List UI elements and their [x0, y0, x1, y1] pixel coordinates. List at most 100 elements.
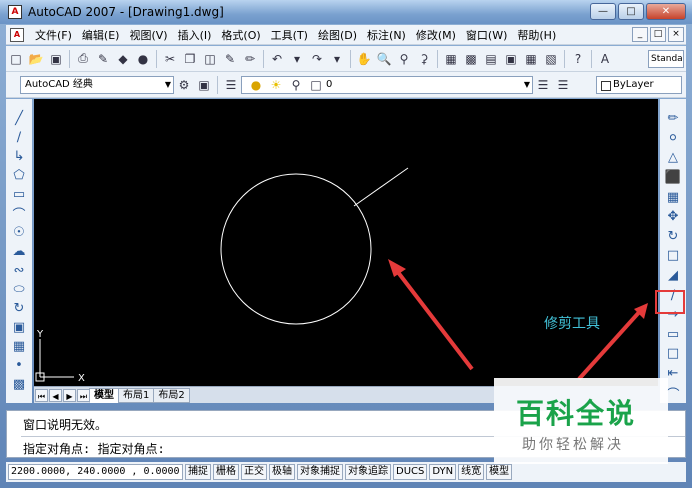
model-toggle[interactable]: 模型 [486, 464, 513, 480]
construction-line-icon[interactable]: ∕ [9, 128, 29, 147]
match-properties-icon[interactable]: ✎ [221, 50, 239, 68]
document-icon[interactable]: A [10, 27, 24, 42]
spline-icon[interactable]: ∾ [9, 261, 29, 280]
new-file-icon[interactable]: □ [7, 50, 25, 68]
scale-icon[interactable]: □ [663, 246, 683, 266]
print-icon[interactable]: ⎙ [74, 50, 92, 68]
dyn-toggle[interactable]: DYN [429, 464, 457, 480]
doc-restore-button[interactable]: □ [650, 27, 666, 42]
drawn-line[interactable] [353, 167, 409, 207]
polar-toggle[interactable]: 极轴 [269, 464, 295, 480]
sheet-set-icon[interactable]: ▣ [502, 50, 520, 68]
undo-dropdown-icon[interactable]: ▾ [288, 50, 306, 68]
menu-tools[interactable]: 工具(T) [266, 27, 313, 43]
help-icon[interactable]: ? [569, 50, 587, 68]
text-style-field[interactable]: Standa [648, 50, 684, 68]
insert-block-icon[interactable]: ▣ [9, 318, 29, 337]
minimize-button[interactable]: — [590, 3, 616, 20]
layer-select[interactable]: ● ☀ ⚲ □ 0 ▼ [241, 75, 533, 94]
move-icon[interactable]: ✥ [663, 207, 683, 227]
save-icon[interactable]: ▣ [47, 50, 65, 68]
menu-draw[interactable]: 绘图(D) [313, 27, 362, 43]
design-center-icon[interactable]: ▩ [462, 50, 480, 68]
paste-icon[interactable]: ◫ [201, 50, 219, 68]
menu-modify[interactable]: 修改(M) [411, 27, 461, 43]
tool-palettes-icon[interactable]: ▤ [482, 50, 500, 68]
point-icon[interactable]: • [9, 356, 29, 375]
ellipse-icon[interactable]: ⬭ [9, 280, 29, 299]
menu-edit[interactable]: 编辑(E) [77, 27, 125, 43]
break-icon[interactable]: ▭ [663, 325, 683, 345]
markup-icon[interactable]: ▦ [522, 50, 540, 68]
plot-icon[interactable]: ● [134, 50, 152, 68]
autocad-app-icon[interactable]: A [8, 5, 22, 19]
prev-tab-icon[interactable]: ◀ [49, 388, 62, 402]
hatch-icon[interactable]: ▩ [9, 375, 29, 394]
zoom-realtime-icon[interactable]: 🔍 [375, 50, 393, 68]
rotate-icon[interactable]: ↻ [663, 227, 683, 247]
close-button[interactable]: ✕ [646, 3, 686, 20]
tab-layout2[interactable]: 布局2 [153, 387, 190, 403]
ducs-toggle[interactable]: DUCS [393, 464, 428, 480]
next-tab-icon[interactable]: ▶ [63, 388, 76, 402]
block-editor-icon[interactable]: ✏ [241, 50, 259, 68]
menu-format[interactable]: 格式(O) [216, 27, 265, 43]
menu-view[interactable]: 视图(V) [124, 27, 172, 43]
properties-icon[interactable]: ▦ [442, 50, 460, 68]
workspace-save-icon[interactable]: ▣ [195, 76, 213, 94]
doc-close-button[interactable]: × [668, 27, 684, 42]
print-preview-icon[interactable]: ✎ [94, 50, 112, 68]
polyline-icon[interactable]: ↳ [9, 147, 29, 166]
workspace-settings-icon[interactable]: ⚙ [175, 76, 193, 94]
text-style-icon[interactable]: A [596, 50, 614, 68]
rectangle-icon[interactable]: ▭ [9, 185, 29, 204]
open-file-icon[interactable]: 📂 [27, 50, 45, 68]
line-icon[interactable]: ╱ [9, 109, 29, 128]
menu-window[interactable]: 窗口(W) [461, 27, 512, 43]
erase-icon[interactable]: ✏ [663, 109, 683, 129]
offset-icon[interactable]: ⬛ [663, 168, 683, 188]
publish-icon[interactable]: ◆ [114, 50, 132, 68]
maximize-button[interactable]: □ [618, 3, 644, 20]
copy-object-icon[interactable]: ⚪ [663, 129, 683, 149]
menu-insert[interactable]: 插入(I) [173, 27, 217, 43]
revision-cloud-icon[interactable]: ☁ [9, 242, 29, 261]
layer-manager-icon[interactable]: ☰ [222, 76, 240, 94]
ortho-toggle[interactable]: 正交 [241, 464, 267, 480]
lineweight-toggle[interactable]: 线宽 [458, 464, 485, 480]
array-icon[interactable]: ▦ [663, 187, 683, 207]
doc-minimize-button[interactable]: _ [632, 27, 648, 42]
layer-previous-icon[interactable]: ☰ [554, 76, 572, 94]
join-icon[interactable]: □ [663, 344, 683, 364]
calculator-icon[interactable]: ▧ [542, 50, 560, 68]
zoom-previous-icon[interactable]: ⚳ [415, 50, 433, 68]
tab-model[interactable]: 模型 [89, 387, 119, 403]
osnap-toggle[interactable]: 对象捕捉 [297, 464, 343, 480]
grid-toggle[interactable]: 栅格 [213, 464, 239, 480]
drawn-circle[interactable] [220, 173, 372, 325]
pan-icon[interactable]: ✋ [355, 50, 373, 68]
first-tab-icon[interactable]: ⏮ [35, 388, 48, 402]
copy-icon[interactable]: ❐ [181, 50, 199, 68]
make-layer-current-icon[interactable]: ☰ [534, 76, 552, 94]
undo-icon[interactable]: ↶ [268, 50, 286, 68]
redo-dropdown-icon[interactable]: ▾ [328, 50, 346, 68]
circle-icon[interactable]: ☉ [9, 223, 29, 242]
polygon-icon[interactable]: ⬠ [9, 166, 29, 185]
drawing-canvas[interactable]: Y X 修剪工具 [34, 99, 658, 386]
zoom-window-icon[interactable]: ⚲ [395, 50, 413, 68]
menu-help[interactable]: 帮助(H) [512, 27, 561, 43]
mirror-icon[interactable]: △ [663, 148, 683, 168]
ellipse-arc-icon[interactable]: ↻ [9, 299, 29, 318]
workspace-select[interactable]: AutoCAD 经典 ▼ [20, 75, 174, 94]
stretch-icon[interactable]: ◢ [663, 266, 683, 286]
tab-layout1[interactable]: 布局1 [118, 387, 155, 403]
snap-toggle[interactable]: 捕捉 [185, 464, 211, 480]
coordinate-readout[interactable]: 2200.0000, 240.0000 , 0.0000 [8, 464, 183, 480]
redo-icon[interactable]: ↷ [308, 50, 326, 68]
menu-dimension[interactable]: 标注(N) [362, 27, 411, 43]
arc-icon[interactable]: ⌒ [9, 204, 29, 223]
make-block-icon[interactable]: ▦ [9, 337, 29, 356]
color-control[interactable]: ByLayer [596, 76, 682, 94]
cut-icon[interactable]: ✂ [161, 50, 179, 68]
